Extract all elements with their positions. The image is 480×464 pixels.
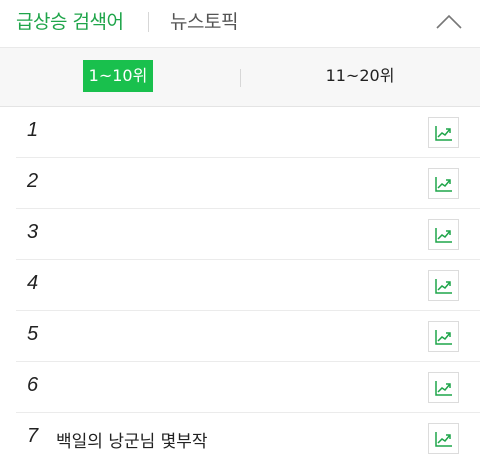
rank-number: 2 bbox=[27, 170, 39, 192]
rank-row-6[interactable]: 6 bbox=[16, 362, 480, 413]
rank-row-5[interactable]: 5 bbox=[16, 311, 480, 362]
rank-number: 1 bbox=[27, 119, 39, 141]
rank-row-2[interactable]: 2 bbox=[16, 158, 480, 209]
trend-chart-icon bbox=[435, 381, 452, 396]
trend-chart-button[interactable] bbox=[428, 270, 459, 301]
collapse-button[interactable] bbox=[430, 6, 468, 36]
rank-keyword[interactable]: 백일의 낭군님 몇부작 bbox=[56, 427, 208, 452]
tab-rising-searches[interactable]: 급상승 검색어 bbox=[16, 7, 124, 34]
trend-chart-icon bbox=[435, 126, 452, 141]
tab-news-topic[interactable]: 뉴스토픽 bbox=[170, 7, 238, 34]
header: 급상승 검색어 뉴스토픽 bbox=[0, 0, 480, 48]
trend-chart-icon bbox=[435, 279, 452, 294]
trend-chart-button[interactable] bbox=[428, 423, 459, 454]
app-root: 급상승 검색어 뉴스토픽 1~10위 11~20위 1 2 3 4 5 6 7 … bbox=[0, 0, 480, 464]
rank-number: 4 bbox=[27, 272, 39, 294]
tab-rank-11-20[interactable]: 11~20위 bbox=[300, 60, 420, 92]
header-divider bbox=[148, 12, 149, 32]
range-divider bbox=[240, 69, 241, 87]
rank-list: 1 2 3 4 5 6 7 백일의 낭군님 몇부작 bbox=[0, 107, 480, 464]
trend-chart-button[interactable] bbox=[428, 372, 459, 403]
range-tabs: 1~10위 11~20위 bbox=[0, 48, 480, 107]
trend-chart-button[interactable] bbox=[428, 168, 459, 199]
trend-chart-button[interactable] bbox=[428, 321, 459, 352]
trend-chart-button[interactable] bbox=[428, 219, 459, 250]
trend-chart-icon bbox=[435, 177, 452, 192]
trend-chart-button[interactable] bbox=[428, 117, 459, 148]
tab-rank-1-10[interactable]: 1~10위 bbox=[83, 60, 153, 92]
rank-row-4[interactable]: 4 bbox=[16, 260, 480, 311]
trend-chart-icon bbox=[435, 432, 452, 447]
trend-chart-icon bbox=[435, 330, 452, 345]
rank-number: 7 bbox=[27, 425, 39, 447]
rank-row-1[interactable]: 1 bbox=[16, 107, 480, 158]
rank-number: 6 bbox=[27, 374, 39, 396]
rank-number: 3 bbox=[27, 221, 39, 243]
rank-row-7[interactable]: 7 백일의 낭군님 몇부작 bbox=[16, 413, 480, 464]
rank-row-3[interactable]: 3 bbox=[16, 209, 480, 260]
rank-number: 5 bbox=[27, 323, 39, 345]
trend-chart-icon bbox=[435, 228, 452, 243]
chevron-up-icon bbox=[436, 14, 462, 29]
